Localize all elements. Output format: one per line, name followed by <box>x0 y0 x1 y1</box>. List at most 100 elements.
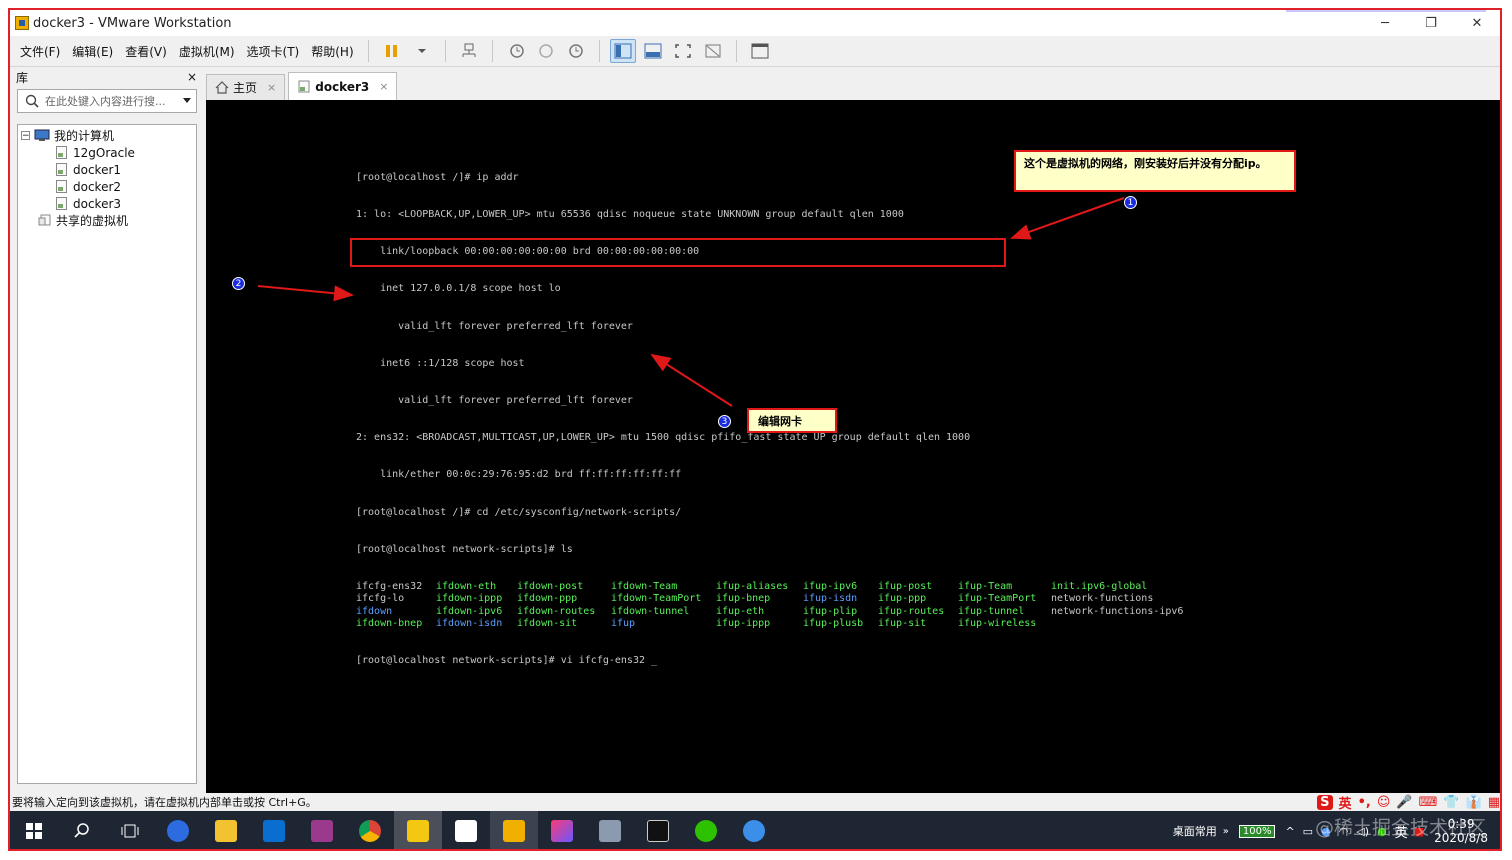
ls-entry: ifdown-TeamPort <box>611 593 702 605</box>
sogou-icon[interactable]: S <box>1317 794 1333 810</box>
terminal-line: [root@localhost /]# cd /etc/sysconfig/ne… <box>356 506 682 518</box>
taskbar-app[interactable] <box>250 811 298 849</box>
shared-vm-icon <box>38 214 51 226</box>
ime-lang[interactable]: 英 <box>1339 793 1352 812</box>
pause-button[interactable] <box>379 39 405 63</box>
tree-item-vm[interactable]: docker2 <box>18 178 196 195</box>
search-icon <box>25 94 39 108</box>
taskbar-app[interactable] <box>202 811 250 849</box>
taskbar-app[interactable] <box>682 811 730 849</box>
menu-tabs[interactable]: 选项卡(T) <box>241 43 306 60</box>
taskbar-app[interactable] <box>442 811 490 849</box>
revert-snapshot-icon <box>538 44 553 58</box>
show-library-button[interactable] <box>609 39 636 63</box>
taskbar-app[interactable] <box>154 811 202 849</box>
ls-entry: network-functions <box>1051 593 1154 605</box>
taskbar-app[interactable] <box>730 811 778 849</box>
taskbar-app[interactable] <box>298 811 346 849</box>
thumbnail-bar-button[interactable] <box>640 39 666 63</box>
terminal-line: [root@localhost network-scripts]# ls <box>356 543 573 555</box>
library-view-icon <box>614 43 632 59</box>
taskbar-app[interactable] <box>346 811 394 849</box>
arrow-2 <box>257 285 354 302</box>
ls-entry: ifup <box>611 618 636 630</box>
menu-view[interactable]: 查看(V) <box>119 43 173 60</box>
ls-entry: ifdown-tunnel <box>611 605 690 617</box>
taskbar-app[interactable] <box>634 811 682 849</box>
ime-toolbar: S 英 •, ☺ 🎤 ⌨ 👕 👔 ▦ <box>1317 793 1500 812</box>
taskbar-app[interactable] <box>586 811 634 849</box>
menu-edit[interactable]: 编辑(E) <box>66 43 119 60</box>
tree-item-vm[interactable]: docker3 <box>18 195 196 212</box>
ime-skin-icon[interactable]: 👕 <box>1443 795 1459 810</box>
revert-snapshot-button[interactable] <box>533 39 559 63</box>
ls-entry: ifup-TeamPort <box>958 593 1037 605</box>
search-input[interactable]: 在此处键入内容进行搜... <box>39 93 182 109</box>
ls-entry: ifdown-Team <box>611 581 678 593</box>
watermark: @稀土掘金技术社区 <box>1314 817 1486 839</box>
send-ctrl-alt-del-button[interactable] <box>456 39 482 63</box>
callout-edit-nic: 编辑网卡 <box>747 408 837 433</box>
taskbar-app[interactable] <box>394 811 442 849</box>
tree-item-vm[interactable]: 12gOracle <box>18 144 196 161</box>
arrow-1 <box>1010 197 1125 240</box>
marker-3: 3 <box>718 415 731 428</box>
window-title: docker3 - VMware Workstation <box>33 15 232 31</box>
chevron-right-icon[interactable]: » <box>1223 826 1229 837</box>
windows-start-button[interactable] <box>10 811 58 849</box>
tab-label: docker3 <box>315 79 370 94</box>
collapse-icon[interactable]: − <box>21 131 30 141</box>
tray-chevron-up-icon[interactable]: ^ <box>1285 825 1294 838</box>
vm-console[interactable]: [root@localhost /]# ip addr 1: lo: <LOOP… <box>206 100 1500 793</box>
taskbar-app[interactable] <box>538 811 586 849</box>
power-dropdown-button[interactable] <box>409 39 435 63</box>
snapshot-button[interactable] <box>503 39 529 63</box>
vm-tab-icon <box>298 80 310 93</box>
vm-icon <box>56 163 67 176</box>
ime-keyboard-icon[interactable]: ⌨ <box>1419 795 1438 810</box>
tab-docker3[interactable]: docker3 × <box>288 72 398 100</box>
library-search[interactable]: 在此处键入内容进行搜... <box>17 89 197 113</box>
chrome-icon <box>359 820 381 842</box>
terminal-line: 2: ens32: <BROADCAST,MULTICAST,UP,LOWER_… <box>356 432 971 444</box>
minimize-button[interactable]: ─ <box>1362 10 1408 36</box>
tab-close-icon[interactable]: × <box>379 80 388 93</box>
ime-menu-icon[interactable]: ▦ <box>1488 795 1500 810</box>
taskbar-search-button[interactable] <box>58 811 106 849</box>
ime-emoji-icon[interactable]: ☺ <box>1377 795 1391 810</box>
task-view-button[interactable] <box>106 811 154 849</box>
unity-button[interactable] <box>700 39 726 63</box>
ime-mic-icon[interactable]: 🎤 <box>1396 795 1412 810</box>
tree-label: 我的计算机 <box>54 129 115 143</box>
snapshot-manager-button[interactable] <box>563 39 589 63</box>
tab-close-icon[interactable]: × <box>267 81 276 94</box>
close-button[interactable]: ✕ <box>1454 10 1500 36</box>
menu-file[interactable]: 文件(F) <box>10 43 66 60</box>
ls-entry: ifdown-ipv6 <box>436 605 503 617</box>
task-view-icon <box>121 824 139 838</box>
tree-item-my-computer[interactable]: − 我的计算机 <box>18 127 196 144</box>
library-close-button[interactable]: × <box>187 70 197 84</box>
battery-indicator[interactable]: 100% <box>1238 824 1276 838</box>
chevron-down-icon[interactable] <box>182 97 192 105</box>
terminal-line: link/ether 00:0c:29:76:95:d2 brd ff:ff:f… <box>356 469 682 481</box>
ime-tools-icon[interactable]: 👔 <box>1466 795 1482 810</box>
ls-entry: ifup-ippp <box>716 618 771 630</box>
ls-entry: ifdown-ppp <box>517 593 578 605</box>
tray-network-icon[interactable]: ▭ <box>1303 825 1313 838</box>
tree-item-vm[interactable]: docker1 <box>18 161 196 178</box>
taskbar-app[interactable] <box>490 811 538 849</box>
fullscreen-button[interactable] <box>670 39 696 63</box>
menu-vm[interactable]: 虚拟机(M) <box>173 43 241 60</box>
ls-entry: ifdown-post <box>517 581 584 593</box>
toolbar-separator <box>367 40 369 62</box>
status-text: 要将输入定向到该虚拟机，请在虚拟机内部单击或按 Ctrl+G。 <box>12 796 317 809</box>
console-view-button[interactable] <box>747 39 773 63</box>
tree-item-shared-vms[interactable]: 共享的虚拟机 <box>18 212 196 229</box>
restore-button[interactable]: ❐ <box>1408 10 1454 36</box>
menu-help[interactable]: 帮助(H) <box>305 43 359 60</box>
callout-network-note: 这个是虚拟机的网络，刚安装好后并没有分配ip。 <box>1014 150 1296 192</box>
ime-punct-icon[interactable]: •, <box>1358 795 1371 810</box>
desktop-toolbar-label[interactable]: 桌面常用 <box>1173 823 1217 839</box>
tab-home[interactable]: 主页 × <box>206 74 286 100</box>
